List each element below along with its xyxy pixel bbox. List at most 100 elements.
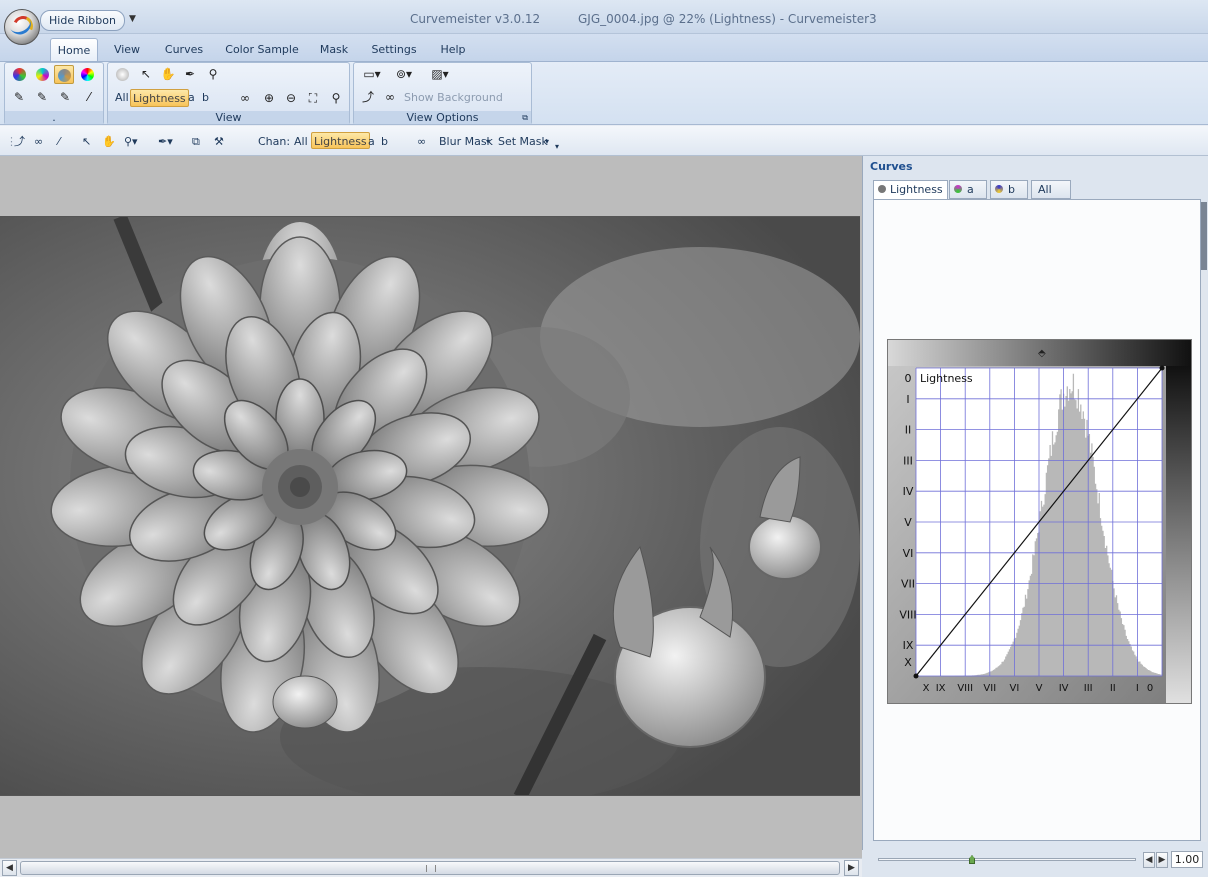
- copy-icon[interactable]: ⧉: [192, 133, 200, 150]
- tab-curves[interactable]: Curves: [160, 38, 208, 62]
- zoom-increase-icon[interactable]: ▶: [1156, 852, 1168, 868]
- y-tick-label: II: [905, 424, 912, 437]
- hsb-channels-icon[interactable]: [77, 65, 97, 84]
- y-tick-label: V: [904, 516, 912, 529]
- y-tick-label: VII: [901, 578, 915, 591]
- set-mask-dropdown[interactable]: Set Mask: [498, 133, 548, 150]
- toolstrip-overflow-icon[interactable]: ▾: [555, 138, 559, 155]
- actual-size-icon[interactable]: ⚲: [326, 89, 346, 108]
- pin-icon[interactable]: ⤴: [358, 88, 378, 107]
- black-eyedropper-icon[interactable]: ✎: [9, 88, 29, 107]
- b-channel-icon: [995, 185, 1003, 193]
- mask-view-dropdown-icon[interactable]: ⊚▾: [390, 65, 418, 84]
- point-sampler-icon[interactable]: ⁄: [58, 133, 60, 150]
- tab-mask[interactable]: Mask: [314, 38, 354, 62]
- x-tick-label: VI: [1010, 683, 1020, 694]
- toolstrip-channel-all[interactable]: All: [294, 133, 308, 150]
- toolstrip-channel-a[interactable]: a: [368, 133, 375, 150]
- curves-chart[interactable]: ⬘ 0IIIIIIIVVVIVIIVIIIIXX X IX VIII VII VI V IV…: [888, 340, 1191, 703]
- zoom-decrease-icon[interactable]: ◀: [1143, 852, 1155, 868]
- curvemeister-logo-icon[interactable]: [112, 65, 132, 84]
- ribbon: ✎ ✎ ✎ ⁄ . ↖ ✋ ✒ ⚲ All Lightness a b ∞ ⊕ …: [0, 61, 1208, 125]
- ribbon-channel-a[interactable]: a: [186, 89, 197, 107]
- ribbon-tabs: Home View Curves Color Sample Mask Setti…: [0, 34, 1208, 62]
- ribbon-channel-all[interactable]: All: [113, 89, 131, 107]
- tab-b[interactable]: b: [990, 180, 1028, 199]
- lab-channels-icon[interactable]: [54, 65, 74, 84]
- y-tick-label: 0: [905, 372, 912, 385]
- ribbon-group-caption: .: [5, 111, 103, 124]
- hand-tool-icon[interactable]: ✋: [158, 65, 178, 84]
- y-tick-label: I: [906, 393, 909, 406]
- tab-all-label: All: [1038, 183, 1052, 196]
- wrench-icon[interactable]: ⚒: [214, 133, 224, 150]
- blur-mask-dropdown[interactable]: Blur Mask: [439, 133, 493, 150]
- white-eyedropper-icon[interactable]: ✎: [55, 88, 75, 107]
- application-menu-orb[interactable]: [4, 9, 40, 45]
- grip-icon[interactable]: ⬘: [1038, 348, 1046, 359]
- curve-style-dropdown-icon[interactable]: ▨▾: [426, 65, 454, 84]
- tab-view[interactable]: View: [110, 38, 144, 62]
- blur-mask-icon[interactable]: ∞: [417, 133, 426, 150]
- photo-dahlia-grayscale[interactable]: [0, 216, 860, 796]
- curve-point[interactable]: [1159, 365, 1165, 371]
- x-tick-label: X: [923, 683, 930, 694]
- curve-point[interactable]: [913, 673, 919, 679]
- zoom-value[interactable]: 1.00: [1171, 851, 1203, 868]
- scroll-right-icon[interactable]: ▶: [844, 860, 859, 876]
- tab-all[interactable]: All: [1031, 180, 1071, 199]
- hand-tool-icon[interactable]: ✋: [102, 133, 116, 150]
- zoom-slider-knob[interactable]: [969, 855, 975, 864]
- rgb-channels-icon[interactable]: [9, 65, 29, 84]
- zoom-tool-icon[interactable]: ⚲: [203, 65, 223, 84]
- set-mask-arrow-icon[interactable]: ▾: [545, 133, 549, 150]
- ribbon-channel-lightness[interactable]: Lightness: [130, 89, 189, 107]
- background-color-dropdown-icon[interactable]: ▭▾: [358, 65, 386, 84]
- point-eyedropper-icon[interactable]: ⁄: [79, 88, 99, 107]
- tab-lightness[interactable]: Lightness: [873, 180, 948, 200]
- zoom-out-icon[interactable]: ⊖: [281, 89, 301, 108]
- toolstrip-channel-b[interactable]: b: [381, 133, 388, 150]
- scrollbar-thumb[interactable]: [20, 861, 840, 875]
- zoom-slider[interactable]: [878, 855, 1136, 864]
- link-channels-icon[interactable]: ∞: [235, 89, 255, 108]
- blur-mask-arrow-icon[interactable]: ▾: [486, 133, 490, 150]
- eyedropper-tool-icon[interactable]: ✒: [180, 65, 200, 84]
- x-tick-label: 0: [1147, 683, 1153, 694]
- x-tick-label: VII: [983, 683, 996, 694]
- chart-title: Lightness: [920, 372, 973, 385]
- gray-eyedropper-icon[interactable]: ✎: [32, 88, 52, 107]
- ribbon-group-view-options: ▭▾ ⊚▾ ▨▾ ⤴ ∞ Show Background Layers View…: [353, 62, 532, 125]
- arrow-tool-icon[interactable]: ↖: [82, 133, 91, 150]
- panel-vertical-scrollbar[interactable]: [1201, 202, 1207, 842]
- fit-to-window-icon[interactable]: ⛶: [303, 89, 323, 108]
- tab-home[interactable]: Home: [50, 38, 98, 62]
- show-background-layers-button[interactable]: Show Background Layers: [402, 89, 531, 122]
- tab-settings[interactable]: Settings: [367, 38, 421, 62]
- x-tick-label: VIII: [957, 683, 973, 694]
- dialog-launcher-icon[interactable]: ⧉: [522, 113, 528, 123]
- scroll-left-icon[interactable]: ◀: [2, 860, 17, 876]
- title-bar: Hide Ribbon ▼ Curvemeister v3.0.12 GJG_0…: [0, 0, 1208, 34]
- tab-a[interactable]: a: [949, 180, 987, 199]
- mask-glasses-icon[interactable]: ∞: [380, 88, 400, 107]
- pointer-tool-icon[interactable]: ↖: [136, 65, 156, 84]
- cmyk-channels-icon[interactable]: [32, 65, 52, 84]
- y-tick-label: IX: [903, 639, 914, 652]
- ribbon-channel-b[interactable]: b: [200, 89, 211, 107]
- y-tick-label: VI: [903, 547, 914, 560]
- y-tick-label: IV: [903, 485, 914, 498]
- tab-b-label: b: [1008, 183, 1015, 196]
- pin-tool-icon[interactable]: ⤴: [14, 133, 25, 150]
- zoom-in-icon[interactable]: ⊕: [259, 89, 279, 108]
- mask-tool-icon[interactable]: ∞: [34, 133, 43, 150]
- hide-ribbon-button[interactable]: Hide Ribbon: [40, 10, 125, 31]
- horizontal-scrollbar[interactable]: ◀ ▶: [0, 858, 862, 877]
- ribbon-group-view: ↖ ✋ ✒ ⚲ All Lightness a b ∞ ⊕ ⊖ ⛶ ⚲ View: [107, 62, 350, 125]
- quick-access-dropdown-icon[interactable]: ▼: [129, 14, 136, 24]
- tab-color-sample[interactable]: Color Sample: [224, 38, 300, 62]
- magnifier-dropdown-icon[interactable]: ⚲▾: [124, 133, 138, 150]
- eyedropper-dropdown-icon[interactable]: ✒▾: [158, 133, 173, 150]
- tab-help[interactable]: Help: [436, 38, 470, 62]
- toolstrip-channel-lightness[interactable]: Lightness: [311, 132, 370, 149]
